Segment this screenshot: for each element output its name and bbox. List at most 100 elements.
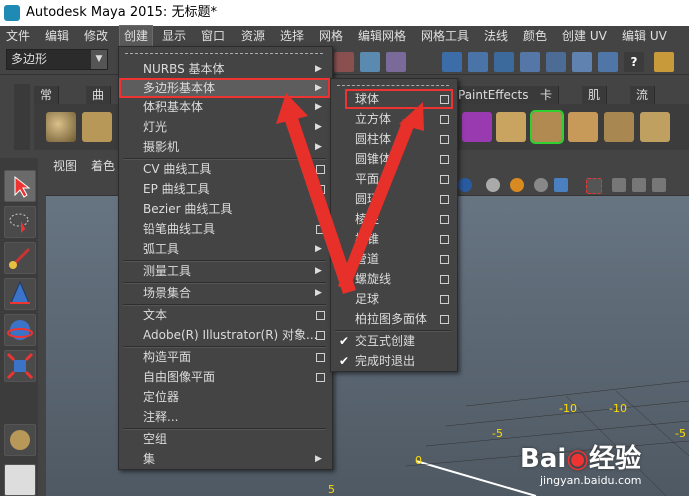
render-icon[interactable] [598, 52, 618, 72]
menu-item-arc-tools[interactable]: 弧工具 ▶ [119, 239, 330, 259]
menu-item-cv-curve-tool[interactable]: CV 曲线工具 [119, 159, 330, 179]
snap-surface-icon[interactable] [546, 52, 566, 72]
chevron-down-icon: ▼ [91, 50, 107, 69]
menu-mesh[interactable]: 网格 [315, 26, 347, 47]
menu-display[interactable]: 显示 [158, 26, 190, 47]
menu-item-measure-tools[interactable]: 测量工具 ▶ [119, 261, 330, 281]
snap-curve-icon[interactable] [468, 52, 488, 72]
menu-item-nurbs-primitives[interactable]: NURBS 基本体 ▶ [119, 59, 330, 79]
viewport-menu-shading[interactable]: 着色 [91, 156, 115, 176]
menu-assets[interactable]: 资源 [237, 26, 269, 47]
menu-edit-uv[interactable]: 编辑 UV [618, 26, 671, 47]
menu-item-cone[interactable]: 圆锥体 [331, 149, 455, 169]
menu-create-uv[interactable]: 创建 UV [558, 26, 611, 47]
shelf-tool-icon[interactable] [604, 112, 634, 142]
menu-item-ep-curve-tool[interactable]: EP 曲线工具 [119, 179, 330, 199]
shelf-tool-icon[interactable] [496, 112, 526, 142]
panel-icon[interactable] [654, 52, 674, 72]
menu-item-helix[interactable]: 螺旋线 [331, 269, 455, 289]
shelf-tab-muscle[interactable]: 肌肉 [582, 86, 608, 120]
lighting-icon[interactable] [486, 178, 500, 192]
select-by-component-icon[interactable] [386, 52, 406, 72]
menu-window[interactable]: 窗口 [197, 26, 229, 47]
isolate-icon[interactable] [534, 178, 548, 192]
menu-modify[interactable]: 修改 [80, 26, 112, 47]
grid-label: 0 [415, 454, 422, 467]
menu-item-prism[interactable]: 棱柱 [331, 209, 455, 229]
menu-item-pipe[interactable]: 管道 [331, 249, 455, 269]
history-icon[interactable] [572, 52, 592, 72]
menu-item-sets[interactable]: 集 ▶ [119, 449, 330, 469]
menu-item-torus[interactable]: 圆环 [331, 189, 455, 209]
select-by-object-icon[interactable] [360, 52, 380, 72]
share-icon[interactable] [652, 178, 666, 192]
snap-view-icon[interactable] [520, 52, 540, 72]
menu-item-cameras[interactable]: 摄影机 ▶ [119, 137, 330, 157]
snap-grid-icon[interactable] [442, 52, 462, 72]
menu-item-sphere[interactable]: 球体 [345, 89, 453, 109]
move-tool-icon[interactable] [4, 278, 36, 310]
paint-select-tool-icon[interactable] [4, 242, 36, 274]
shelf-tool-icon[interactable] [530, 110, 564, 144]
menu-item-empty-group[interactable]: 空组 [119, 429, 330, 449]
shelf-tab-toon[interactable]: 卡通 [534, 86, 560, 120]
menu-item-text[interactable]: 文本 [119, 305, 330, 325]
shelf-tool-icon[interactable] [568, 112, 598, 142]
menu-item-annotation[interactable]: 注释... [119, 407, 330, 427]
menu-item-pyramid[interactable]: 棱锥 [331, 229, 455, 249]
menu-item-lights[interactable]: 灯光 ▶ [119, 117, 330, 137]
menu-item-locator[interactable]: 定位器 [119, 387, 330, 407]
shelf-tab-painteffects[interactable]: PaintEffects [452, 86, 536, 104]
shelf-options-strip[interactable] [14, 84, 30, 150]
shelf-tab-curves[interactable]: 曲线 [86, 86, 112, 120]
menu-item-adobe-illustrator-object[interactable]: Adobe(R) Illustrator(R) 对象... [119, 325, 330, 345]
menu-item-plane[interactable]: 平面 [331, 169, 455, 189]
main-menubar: 文件 编辑 修改 创建 显示 窗口 资源 选择 网格 编辑网格 网格工具 法线 … [0, 25, 689, 48]
shading-icon[interactable] [458, 178, 472, 192]
menu-edit[interactable]: 编辑 [41, 26, 73, 47]
viewport-menu-view[interactable]: 视图 [53, 156, 77, 176]
menu-item-exit-on-completion[interactable]: ✔ 完成时退出 [331, 351, 455, 371]
menu-item-interactive-creation[interactable]: ✔ 交互式创建 [331, 331, 455, 351]
menu-color[interactable]: 颜色 [519, 26, 551, 47]
menu-item-bezier-curve-tool[interactable]: Bezier 曲线工具 [119, 199, 330, 219]
bounding-box-icon[interactable] [612, 178, 626, 192]
menu-item-cylinder[interactable]: 圆柱体 [331, 129, 455, 149]
menu-mesh-tools[interactable]: 网格工具 [417, 26, 473, 47]
rotate-tool-icon[interactable] [4, 314, 36, 346]
select-tool-icon[interactable] [4, 170, 36, 202]
select-camera-icon[interactable] [586, 178, 602, 194]
texture-icon[interactable] [554, 178, 568, 192]
menu-item-platonic-solids[interactable]: 柏拉图多面体 [331, 309, 455, 329]
menu-item-construction-plane[interactable]: 构造平面 [119, 347, 330, 367]
poly-sphere-shelf-icon[interactable] [46, 112, 76, 142]
universal-tool-icon[interactable] [4, 424, 36, 456]
menu-item-cube[interactable]: 立方体 [331, 109, 455, 129]
poly-cube-shelf-icon[interactable] [82, 112, 112, 142]
shelf-tab-general[interactable]: 常规 [34, 86, 60, 120]
scale-tool-icon[interactable] [4, 350, 36, 382]
menu-create[interactable]: 创建 [118, 25, 154, 48]
menu-file[interactable]: 文件 [2, 26, 34, 47]
lasso-tool-icon[interactable] [4, 206, 36, 238]
mode-selector[interactable]: 多边形 ▼ [6, 49, 108, 70]
menu-select[interactable]: 选择 [276, 26, 308, 47]
shelf-tool-icon[interactable] [640, 112, 670, 142]
help-icon[interactable]: ? [624, 52, 644, 72]
menu-normals[interactable]: 法线 [480, 26, 512, 47]
layout-icon[interactable] [4, 464, 36, 496]
menu-edit-mesh[interactable]: 编辑网格 [354, 26, 410, 47]
menu-item-volume-primitives[interactable]: 体积基本体 ▶ [119, 97, 330, 117]
menu-item-free-image-plane[interactable]: 自由图像平面 [119, 367, 330, 387]
xray-icon[interactable] [632, 178, 646, 192]
menu-item-pencil-curve-tool[interactable]: 铅笔曲线工具 [119, 219, 330, 239]
shadow-icon[interactable] [510, 178, 524, 192]
menu-item-polygon-primitives[interactable]: 多边形基本体 ▶ [119, 78, 330, 98]
select-by-hierarchy-icon[interactable] [334, 52, 354, 72]
shelf-tool-icon[interactable] [462, 112, 492, 142]
shelf-tab-fluids[interactable]: 流体 [630, 86, 656, 120]
watermark-url: jingyan.baidu.com [540, 474, 642, 487]
menu-item-soccer-ball[interactable]: 足球 [331, 289, 455, 309]
menu-item-scene-assembly[interactable]: 场景集合 ▶ [119, 283, 330, 303]
snap-point-icon[interactable] [494, 52, 514, 72]
